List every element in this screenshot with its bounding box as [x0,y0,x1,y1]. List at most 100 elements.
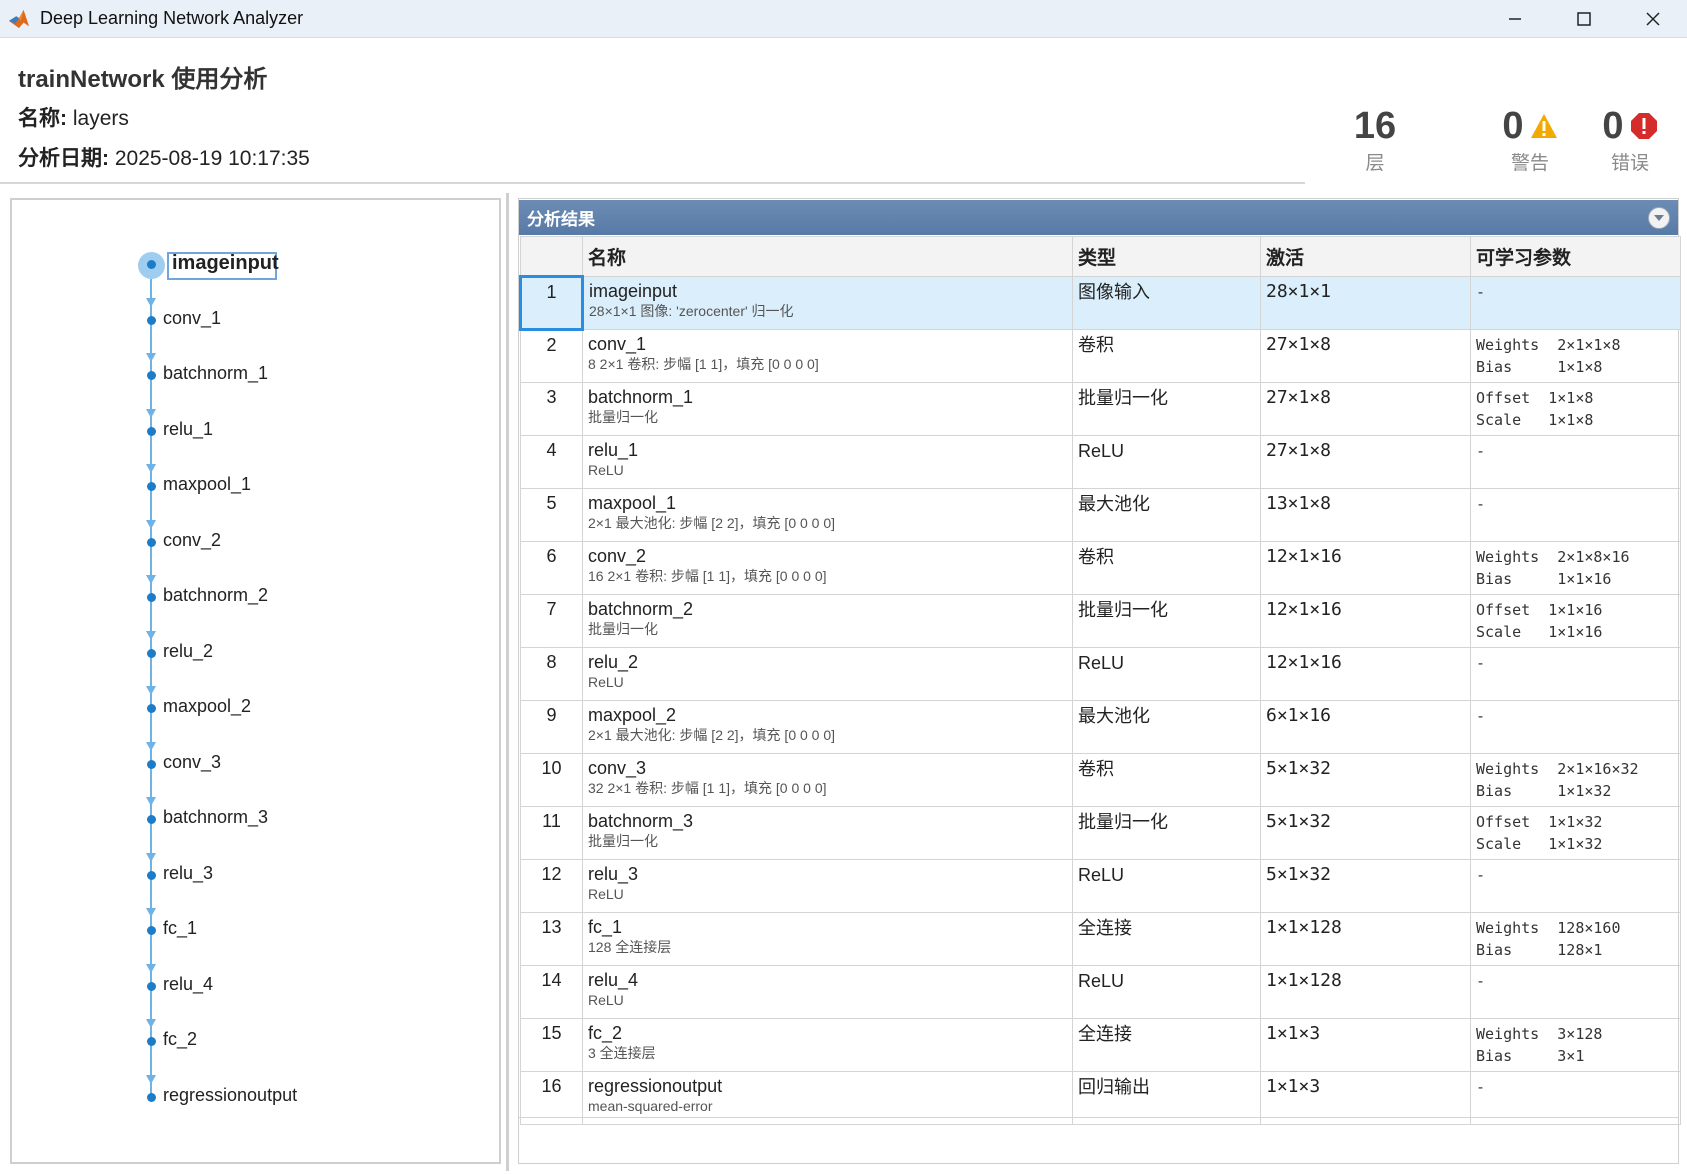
layer-name-cell[interactable]: conv_1 8 2×1 卷积: 步幅 [1 1]，填充 [0 0 0 0] [582,329,1073,383]
layer-name-cell[interactable]: fc_2 3 全连接层 [582,1018,1073,1072]
layer-name-cell[interactable]: relu_1 ReLU [582,435,1073,489]
column-header-type[interactable]: 类型 [1072,236,1261,277]
layer-name-cell[interactable]: batchnorm_3 批量归一化 [582,806,1073,860]
graph-node-conv_3[interactable] [147,759,156,769]
column-header-name[interactable]: 名称 [582,236,1073,277]
graph-node-maxpool_1[interactable] [147,482,156,491]
table-row[interactable]: 9 maxpool_2 2×1 最大池化: 步幅 [2 2]，填充 [0 0 0 0… [520,700,1681,754]
graph-node-maxpool_2[interactable] [147,704,156,713]
layer-learnables[interactable]: Offset 1×1×8 Scale 1×1×8 [1470,382,1681,436]
graph-node-imageinput[interactable] [147,260,156,269]
table-row[interactable]: 2 conv_1 8 2×1 卷积: 步幅 [1 1]，填充 [0 0 0 0] 卷积… [520,329,1681,383]
graph-node-batchnorm_2[interactable] [147,593,156,602]
column-header-learnables[interactable]: 可学习参数 [1470,236,1681,277]
graph-node-relu_1[interactable] [147,426,156,436]
table-row[interactable]: 10 conv_3 32 2×1 卷积: 步幅 [1 1]，填充 [0 0 0 0]… [520,753,1681,807]
panel-splitter[interactable] [506,193,509,1171]
table-row[interactable]: 4 relu_1 ReLU ReLU 27×1×8- [520,435,1681,489]
layer-learnables[interactable]: - [1470,859,1681,913]
layer-type[interactable]: 批量归一化 [1072,594,1261,648]
layer-learnables[interactable]: - [1470,488,1681,542]
graph-node-label[interactable]: relu_1 [163,419,213,440]
layer-name-cell[interactable]: conv_3 32 2×1 卷积: 步幅 [1 1]，填充 [0 0 0 0] [582,753,1073,807]
layer-type[interactable]: ReLU [1072,965,1261,1019]
table-row[interactable]: 13 fc_1 128 全连接层 全连接 1×1×128 Weights 128×160 B… [520,912,1681,966]
close-button[interactable] [1618,0,1687,38]
row-index[interactable]: 1 [519,275,584,331]
layer-learnables[interactable]: Weights 2×1×1×8 Bias 1×1×8 [1470,329,1681,383]
table-row[interactable]: 3 batchnorm_1 批量归一化 批量归一化 27×1×8 Offset 1×1×8… [520,382,1681,436]
layer-type[interactable]: 最大池化 [1072,488,1261,542]
layer-name-cell[interactable]: relu_4 ReLU [582,965,1073,1019]
layer-type[interactable]: 批量归一化 [1072,382,1261,436]
graph-node-label[interactable]: imageinput [172,252,279,275]
table-row[interactable]: 7 batchnorm_2 批量归一化 批量归一化 12×1×16 Offset 1×1×… [520,594,1681,648]
layer-learnables[interactable]: - [1470,435,1681,489]
layer-type[interactable]: 全连接 [1072,912,1261,966]
table-row[interactable]: 14 relu_4 ReLU ReLU 1×1×128- [520,965,1681,1019]
layer-learnables[interactable]: Weights 2×1×8×16 Bias 1×1×16 [1470,541,1681,595]
row-index[interactable]: 8 [520,647,583,701]
row-index[interactable]: 10 [520,753,583,807]
graph-node-relu_4[interactable] [147,981,156,991]
column-header-activation[interactable]: 激活 [1260,236,1471,277]
layer-learnables[interactable]: - [1470,700,1681,754]
layer-activation[interactable]: 5×1×32 [1260,859,1471,913]
layer-learnables[interactable]: Offset 1×1×16 Scale 1×1×16 [1470,594,1681,648]
layer-name-cell[interactable]: conv_2 16 2×1 卷积: 步幅 [1 1]，填充 [0 0 0 0] [582,541,1073,595]
layer-type[interactable]: 全连接 [1072,1018,1261,1072]
layer-activation[interactable]: 1×1×128 [1260,912,1471,966]
layer-type[interactable]: ReLU [1072,647,1261,701]
layer-type[interactable]: ReLU [1072,859,1261,913]
row-index[interactable]: 9 [520,700,583,754]
minimize-button[interactable] [1480,0,1549,38]
row-index[interactable]: 11 [520,806,583,860]
graph-node-relu_2[interactable] [147,648,156,658]
row-index[interactable]: 4 [520,435,583,489]
layer-learnables[interactable]: Weights 128×160 Bias 128×1 [1470,912,1681,966]
table-row[interactable]: 15 fc_2 3 全连接层 全连接 1×1×3 Weights 3×128 Bias 3×… [520,1018,1681,1072]
layer-activation[interactable]: 27×1×8 [1260,329,1471,383]
layer-type[interactable]: 图像输入 [1072,276,1261,330]
table-row[interactable]: 5 maxpool_1 2×1 最大池化: 步幅 [2 2]，填充 [0 0 0 0… [520,488,1681,542]
row-index[interactable]: 13 [520,912,583,966]
layer-learnables[interactable]: Weights 3×128 Bias 3×1 [1470,1018,1681,1072]
row-index[interactable]: 3 [520,382,583,436]
layer-name-cell[interactable]: relu_2 ReLU [582,647,1073,701]
layer-learnables[interactable]: - [1470,965,1681,1019]
layer-type[interactable]: 最大池化 [1072,700,1261,754]
graph-node-label[interactable]: conv_1 [163,308,221,329]
layer-activation[interactable]: 28×1×1 [1260,276,1471,330]
layer-activation[interactable]: 5×1×32 [1260,806,1471,860]
table-row[interactable]: 11 batchnorm_3 批量归一化 批量归一化 5×1×32 Offset 1×1×… [520,806,1681,860]
row-index[interactable]: 6 [520,541,583,595]
layer-type[interactable]: 卷积 [1072,329,1261,383]
layer-name-cell[interactable]: maxpool_1 2×1 最大池化: 步幅 [2 2]，填充 [0 0 0 0] [582,488,1073,542]
table-row[interactable]: 1 imageinput 28×1×1 图像: 'zerocenter' 归一化 图像… [519,275,1681,331]
table-row[interactable]: 12 relu_3 ReLU ReLU 5×1×32- [520,859,1681,913]
column-header-index[interactable] [520,236,583,277]
graph-node-label[interactable]: relu_2 [163,641,213,662]
layer-activation[interactable]: 27×1×8 [1260,382,1471,436]
layer-name-cell[interactable]: imageinput 28×1×1 图像: 'zerocenter' 归一化 [582,276,1073,330]
collapse-button[interactable] [1648,207,1670,229]
table-row[interactable]: 6 conv_2 16 2×1 卷积: 步幅 [1 1]，填充 [0 0 0 0] 卷… [520,541,1681,595]
layer-type[interactable]: 卷积 [1072,753,1261,807]
graph-node-label[interactable]: batchnorm_1 [163,363,268,384]
graph-node-label[interactable]: conv_2 [163,530,221,551]
layer-activation[interactable]: 27×1×8 [1260,435,1471,489]
layer-type[interactable]: 卷积 [1072,541,1261,595]
layer-learnables[interactable]: - [1470,276,1681,330]
layer-activation[interactable]: 12×1×16 [1260,594,1471,648]
row-index[interactable]: 12 [520,859,583,913]
graph-node-batchnorm_1[interactable] [147,371,156,380]
graph-node-label[interactable]: relu_3 [163,863,213,884]
layer-activation[interactable]: 1×1×128 [1260,965,1471,1019]
graph-node-label[interactable]: batchnorm_3 [163,807,268,828]
graph-node-label[interactable]: relu_4 [163,974,213,995]
graph-node-label[interactable]: maxpool_1 [163,474,251,495]
graph-node-batchnorm_3[interactable] [147,815,156,824]
graph-node-label[interactable]: regressionoutput [163,1085,297,1106]
layer-activation[interactable]: 1×1×3 [1260,1018,1471,1072]
row-index[interactable]: 2 [520,329,583,383]
